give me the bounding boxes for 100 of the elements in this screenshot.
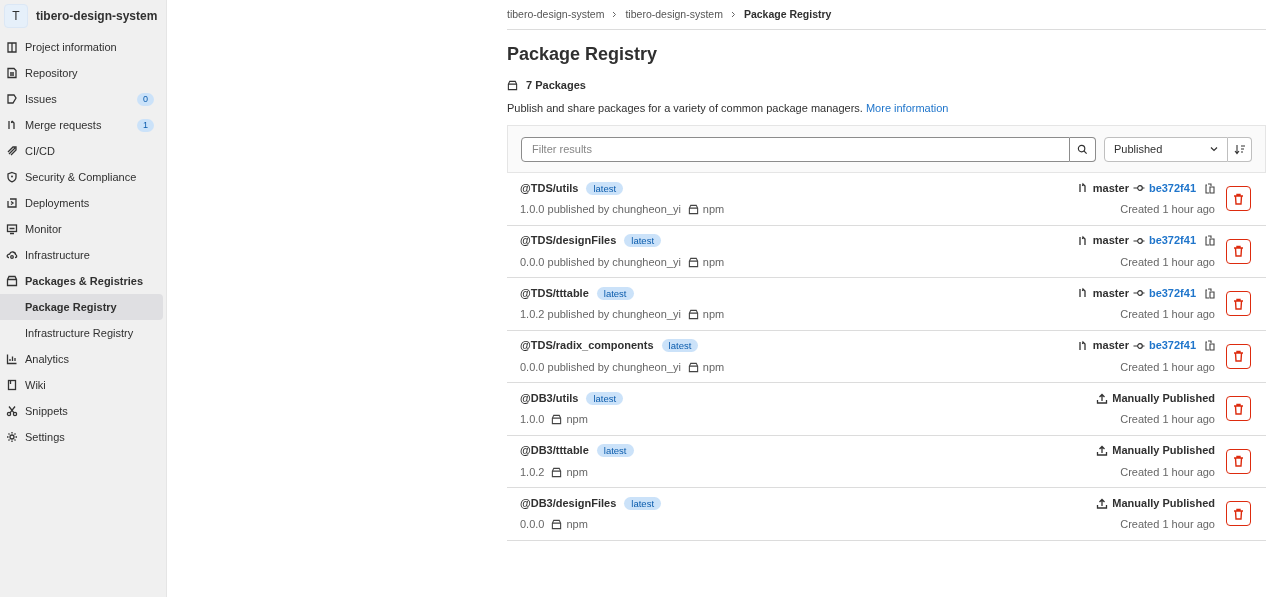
branch-name: master	[1092, 285, 1129, 301]
delete-button[interactable]	[1226, 186, 1251, 212]
commit-icon	[1132, 184, 1145, 192]
shield-icon	[6, 171, 18, 183]
created-time: Created 1 hour ago	[1120, 359, 1215, 375]
sidebar-item[interactable]: Deployments	[0, 190, 166, 216]
sort-direction-button[interactable]	[1228, 136, 1252, 162]
delete-button[interactable]	[1226, 291, 1251, 317]
settings-icon	[6, 431, 18, 443]
count-badge: 1	[137, 118, 154, 132]
sidebar-item[interactable]: Monitor	[0, 216, 166, 242]
monitor-icon	[6, 223, 18, 235]
chevron-right-icon	[612, 11, 618, 18]
deployment-icon	[6, 197, 18, 209]
commit-link[interactable]: be372f41	[1148, 179, 1196, 197]
trash-icon	[1233, 245, 1244, 258]
sidebar-item[interactable]: Wiki	[0, 372, 166, 398]
upload-icon	[1096, 497, 1109, 509]
publish-source: Manually Published	[1112, 495, 1215, 511]
search-icon	[1077, 143, 1088, 155]
trash-icon	[1233, 350, 1244, 363]
description-text: Publish and share packages for a variety of common package managers.	[507, 101, 863, 114]
project-name[interactable]: tibero-design-system	[36, 7, 158, 25]
sidebar-item[interactable]: Packages & Registries	[0, 268, 166, 294]
package-name-link[interactable]: @TDS/designFiles	[520, 232, 617, 249]
trash-icon	[1233, 507, 1244, 520]
package-icon	[687, 309, 699, 320]
commit-link[interactable]: be372f41	[1148, 337, 1196, 354]
sidebar-item[interactable]: Infrastructure Registry	[0, 320, 166, 346]
more-information-link[interactable]: More information	[865, 101, 949, 114]
filter-field[interactable]: Filter results	[521, 136, 1070, 162]
latest-badge: latest	[661, 339, 699, 352]
package-type: npm	[702, 202, 725, 218]
created-time: Created 1 hour ago	[1120, 307, 1215, 323]
package-icon	[507, 79, 518, 91]
sidebar-item[interactable]: Project information	[0, 34, 166, 60]
version-text: 1.0.2 published by chungheon_yi	[520, 307, 681, 323]
sort-descending-icon	[1233, 143, 1246, 155]
package-name-link[interactable]: @DB3/designFiles	[520, 494, 617, 512]
commit-link[interactable]: be372f41	[1148, 284, 1196, 302]
copy-icon[interactable]	[1205, 182, 1215, 194]
created-time: Created 1 hour ago	[1120, 464, 1215, 480]
sidebar-item[interactable]: Settings	[0, 424, 166, 450]
sidebar-item[interactable]: Issues 0	[0, 86, 166, 112]
sidebar-item[interactable]: CI/CD	[0, 138, 166, 164]
package-type: npm	[702, 307, 725, 323]
sidebar-item[interactable]: Infrastructure	[0, 242, 166, 268]
sidebar-item[interactable]: Security & Compliance	[0, 164, 166, 190]
copy-icon[interactable]	[1205, 287, 1215, 299]
project-avatar: T	[4, 4, 28, 28]
sidebar-item[interactable]: Package Registry	[0, 294, 163, 320]
branch-name: master	[1092, 180, 1129, 196]
sidebar-item[interactable]: Repository	[0, 60, 166, 86]
copy-icon[interactable]	[1205, 340, 1215, 351]
trash-icon	[1233, 192, 1244, 205]
upload-icon	[1096, 392, 1109, 404]
branch-name: master	[1092, 233, 1129, 249]
created-time: Created 1 hour ago	[1120, 412, 1215, 428]
package-type: npm	[566, 412, 588, 428]
trash-icon	[1233, 455, 1244, 468]
book-icon	[6, 41, 18, 53]
sort-dropdown[interactable]: Published	[1104, 136, 1228, 162]
package-icon	[687, 361, 699, 373]
chevron-right-icon	[730, 11, 736, 18]
package-count: 7 Packages	[526, 78, 586, 93]
version-text: 1.0.2	[520, 464, 545, 480]
copy-icon[interactable]	[1205, 235, 1215, 246]
package-name-link[interactable]: @TDS/utils	[520, 179, 579, 197]
branch-icon	[1076, 234, 1089, 247]
delete-button[interactable]	[1226, 396, 1251, 422]
delete-button[interactable]	[1226, 448, 1251, 474]
publish-source: Manually Published	[1112, 390, 1215, 406]
breadcrumb-link[interactable]: tibero-design-system	[507, 6, 605, 23]
breadcrumb-link[interactable]: tibero-design-system	[625, 6, 723, 23]
delete-button[interactable]	[1226, 343, 1251, 369]
cloud-icon	[6, 249, 18, 261]
commit-link[interactable]: be372f41	[1148, 232, 1196, 249]
delete-button[interactable]	[1226, 501, 1251, 527]
package-name-link[interactable]: @TDS/tttable	[520, 284, 589, 302]
package-type: npm	[566, 464, 588, 480]
search-button[interactable]	[1070, 136, 1096, 162]
merge-request-icon	[6, 119, 18, 131]
created-time: Created 1 hour ago	[1120, 254, 1215, 270]
sidebar-item[interactable]: Analytics	[0, 346, 166, 372]
publish-source: Manually Published	[1112, 443, 1215, 459]
breadcrumb-link[interactable]: Package Registry	[743, 6, 832, 23]
commit-icon	[1132, 236, 1145, 245]
scissors-icon	[6, 405, 18, 417]
package-icon	[6, 275, 18, 287]
sidebar-item[interactable]: Merge requests 1	[0, 112, 166, 138]
package-name-link[interactable]: @DB3/tttable	[520, 442, 589, 459]
package-type: npm	[702, 254, 725, 270]
branch-icon	[1076, 287, 1089, 299]
latest-badge: latest	[624, 496, 662, 510]
package-name-link[interactable]: @DB3/utils	[520, 389, 579, 407]
sidebar-item[interactable]: Snippets	[0, 398, 166, 424]
package-name-link[interactable]: @TDS/radix_components	[520, 337, 654, 354]
package-type: npm	[702, 359, 725, 375]
package-type: npm	[566, 517, 588, 533]
delete-button[interactable]	[1226, 238, 1251, 264]
